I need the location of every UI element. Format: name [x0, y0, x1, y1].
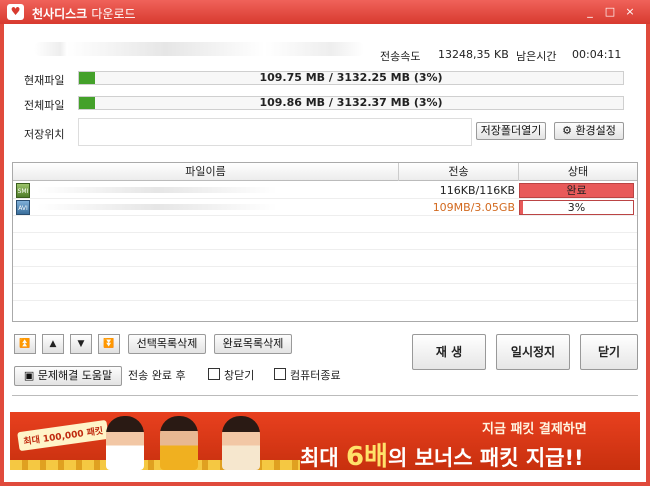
empty-row — [13, 250, 637, 267]
move-top-button[interactable]: ⏫ — [14, 334, 36, 354]
file-name — [37, 204, 277, 210]
title-bar[interactable]: ♥ 천사디스크 다운로드 _ □ × — [0, 0, 650, 24]
banner-emphasis: 6배 — [345, 442, 388, 470]
file-name — [37, 187, 277, 193]
delete-completed-button[interactable]: 완료목록삭제 — [214, 334, 292, 354]
transfer-info-panel: 전송속도 13248,35 KB 남은시간 00:04:11 현재파일 109.… — [4, 24, 646, 154]
app-logo-icon: ♥ — [7, 4, 24, 20]
up-arrow-icon: ▲ — [49, 339, 57, 349]
empty-row — [13, 233, 637, 250]
current-file-progress: 109.75 MB / 3132.25 MB (3%) — [78, 71, 624, 85]
remain-value: 00:04:11 — [572, 48, 622, 61]
banner-main-text: 최대 6배의 보너스 패킷 지급!! — [300, 436, 584, 470]
status-text: 완료 — [566, 184, 587, 197]
client-area: 전송속도 13248,35 KB 남은시간 00:04:11 현재파일 109.… — [4, 24, 646, 482]
current-file-label: 현재파일 — [24, 74, 65, 87]
transfer-amount: 109MB/3.05GB — [432, 201, 515, 214]
avi-file-icon: AVI — [16, 200, 30, 215]
empty-row — [13, 216, 637, 233]
file-list[interactable]: 파일이름 전송 상태 SMI 116KB/116KB 완료 AVI 109MB/… — [12, 162, 638, 322]
help-label: 문제해결 도움말 — [37, 369, 113, 382]
model-image — [222, 416, 260, 470]
model-image — [160, 416, 198, 470]
table-row[interactable]: AVI 109MB/3.05GB 3% — [13, 199, 637, 216]
down-arrow-icon: ▼ — [77, 339, 85, 349]
close-window-label: 창닫기 — [224, 369, 255, 382]
promo-banner[interactable]: 최대 100,000 패킷 지금 패킷 결제하면 최대 6배의 보너스 패킷 지… — [10, 412, 640, 470]
maximize-button[interactable]: □ — [603, 6, 617, 18]
settings-label: 환경설정 — [575, 124, 616, 137]
minimize-button[interactable]: _ — [583, 6, 597, 18]
model-image — [106, 416, 144, 470]
play-button[interactable]: 재 생 — [412, 334, 486, 370]
download-window: ♥ 천사디스크 다운로드 _ □ × 전송속도 13248,35 KB 남은시간… — [0, 0, 650, 486]
status-cell: 3% — [519, 200, 634, 215]
total-file-label: 전체파일 — [24, 99, 65, 112]
header-filename[interactable]: 파일이름 — [13, 163, 399, 181]
banner-headline: 지금 패킷 결제하면 — [482, 422, 587, 437]
window-subtitle: 다운로드 — [91, 7, 136, 21]
current-file-name — [34, 42, 364, 56]
save-path-field[interactable] — [78, 118, 472, 146]
after-complete-label: 전송 완료 후 — [128, 369, 186, 382]
save-path-label: 저장위치 — [24, 128, 65, 141]
header-transfer[interactable]: 전송 — [399, 163, 519, 181]
close-window-checkbox[interactable] — [208, 368, 220, 380]
status-cell: 완료 — [519, 183, 634, 198]
shutdown-checkbox[interactable] — [274, 368, 286, 380]
close-window-button[interactable]: × — [623, 6, 637, 18]
move-bottom-button[interactable]: ⏬ — [98, 334, 120, 354]
status-fill — [520, 201, 524, 214]
double-up-arrow-icon: ⏫ — [19, 339, 31, 349]
double-down-arrow-icon: ⏬ — [103, 339, 115, 349]
current-progress-text: 109.75 MB / 3132.25 MB (3%) — [259, 71, 443, 84]
table-row[interactable]: SMI 116KB/116KB 완료 — [13, 182, 637, 199]
speed-value: 13248,35 KB — [438, 48, 509, 61]
total-progress-text: 109.86 MB / 3132.37 MB (3%) — [259, 96, 443, 109]
help-button[interactable]: ▣ 문제해결 도움말 — [14, 366, 122, 386]
open-folder-button[interactable]: 저장폴더열기 — [476, 122, 546, 140]
smi-file-icon: SMI — [16, 183, 30, 198]
window-title: 천사디스크 다운로드 — [32, 5, 136, 22]
banner-tag: 최대 100,000 패킷 — [17, 419, 110, 452]
transfer-amount: 116KB/116KB — [439, 184, 515, 197]
list-header: 파일이름 전송 상태 — [13, 163, 637, 181]
divider — [12, 395, 638, 396]
empty-row — [13, 284, 637, 301]
banner-prefix: 최대 — [300, 446, 346, 470]
total-file-progress: 109.86 MB / 3132.37 MB (3%) — [78, 96, 624, 110]
banner-suffix: 의 보너스 패킷 지급!! — [387, 446, 584, 470]
app-name: 천사디스크 — [32, 7, 88, 21]
remain-label: 남은시간 — [516, 50, 557, 63]
move-up-button[interactable]: ▲ — [42, 334, 64, 354]
empty-row — [13, 267, 637, 284]
settings-button[interactable]: ⚙ 환경설정 — [554, 122, 624, 140]
help-icon: ▣ — [23, 369, 35, 382]
shutdown-label: 컴퓨터종료 — [290, 369, 341, 382]
pause-button[interactable]: 일시정지 — [496, 334, 570, 370]
close-button[interactable]: 닫기 — [580, 334, 638, 370]
delete-selected-button[interactable]: 선택목록삭제 — [128, 334, 206, 354]
header-status[interactable]: 상태 — [519, 163, 637, 181]
gear-icon: ⚙ — [562, 124, 572, 137]
status-text: 3% — [567, 201, 586, 214]
move-down-button[interactable]: ▼ — [70, 334, 92, 354]
speed-label: 전송속도 — [380, 50, 421, 63]
